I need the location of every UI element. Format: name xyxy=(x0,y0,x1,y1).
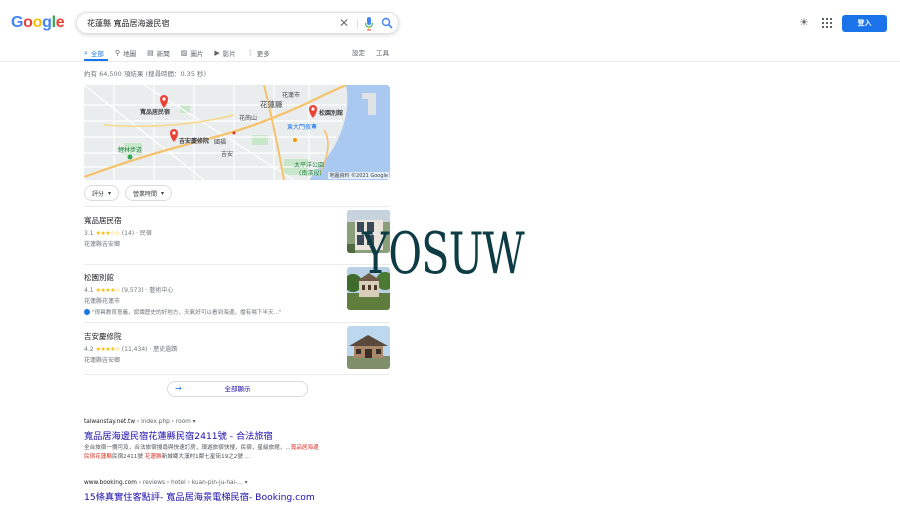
tab-label: 影片 xyxy=(222,50,236,58)
theme-icon[interactable]: ☀ xyxy=(799,17,809,29)
settings-link[interactable]: 設定 xyxy=(352,47,365,57)
local-map[interactable]: 寬品居民宿 松園別館 吉安慶修院 花蓮縣 花蓮市 東大門夜市 太平洋公園 (南濱… xyxy=(84,85,390,180)
tab-icon: ▤ xyxy=(147,49,154,57)
mic-icon[interactable] xyxy=(364,17,374,31)
chevron-down-icon[interactable]: ▾ xyxy=(193,419,196,425)
logo-letter: e xyxy=(55,14,65,31)
tab-label: 新聞 xyxy=(156,50,170,58)
search-result: taiwanstay.net.tw › index.php › room ▾ 寬… xyxy=(84,419,404,462)
result-title[interactable]: 寬品居海邊民宿花蓮縣民宿2411號 - 合法旅宿 xyxy=(84,428,404,442)
map-label-area: 國福 xyxy=(214,139,227,146)
filter-hours[interactable]: 營業時間 ▾ xyxy=(125,185,173,201)
search-results-page: Google 花蓮縣 寬品居海邊民宿 ✕ ☀ 登入 ⌕ 全部 ⚲ 地圖 ▤ 新聞 ▨ 圖片 ▶ 影… xyxy=(0,0,900,506)
tab-0[interactable]: ⌕ 全部 xyxy=(84,46,104,60)
place-name[interactable]: 松園別館 xyxy=(84,272,390,283)
tab-icon: ⋮ xyxy=(246,49,254,57)
place-name[interactable]: 寬品居民宿 xyxy=(84,215,390,226)
place-rating: 4.1 ★★★★☆ (9,573) · 藝術中心 xyxy=(84,287,174,294)
tab-icon: ▨ xyxy=(180,49,188,57)
divider xyxy=(84,322,390,323)
search-result: www.booking.com › reviews › hotel › kuan… xyxy=(84,480,404,503)
logo-letter: o xyxy=(32,14,43,31)
apps-icon[interactable] xyxy=(822,18,832,28)
place-address: 花蓮縣吉安鄉 xyxy=(84,241,121,248)
place-rating: 3.1 ★★★☆☆ (14) · 民宿 xyxy=(84,230,152,237)
tab-4[interactable]: ▶ 影片 xyxy=(214,46,235,60)
sign-in-button[interactable]: 登入 xyxy=(842,15,887,32)
chevron-down-icon[interactable]: ▾ xyxy=(245,480,248,486)
map-label-road: 吉安 xyxy=(221,151,234,158)
clear-icon[interactable]: ✕ xyxy=(339,16,349,30)
divider xyxy=(84,264,390,265)
map-credit: 地圖資料 ©2021 Google xyxy=(328,172,389,179)
divider xyxy=(84,206,390,207)
tab-2[interactable]: ▤ 新聞 xyxy=(147,46,170,60)
chevron-down-icon: ▾ xyxy=(161,189,165,197)
star-rating-icon: ★★★☆☆ xyxy=(95,230,120,237)
tab-label: 更多 xyxy=(256,50,270,58)
user-icon xyxy=(84,309,90,315)
tools-link[interactable]: 工具 xyxy=(376,47,389,57)
tab-1[interactable]: ⚲ 地圖 xyxy=(115,46,136,60)
star-rating-icon: ★★★★☆ xyxy=(95,346,120,353)
map-label-area2: 花崗山 xyxy=(239,115,258,122)
result-stats: 約有 64,500 項結果 (搜尋時間：0.35 秒) xyxy=(84,70,207,78)
tab-icon: ⚲ xyxy=(114,49,121,57)
place-item[interactable]: 寬品居民宿 3.1 ★★★☆☆ (14) · 民宿 花蓮縣吉安鄉 xyxy=(84,210,390,253)
logo-letter: o xyxy=(23,14,33,31)
tab-5[interactable]: ⋮ 更多 xyxy=(247,46,270,60)
map-label-pin1: 寬品居民宿 xyxy=(140,109,171,116)
search-divider xyxy=(357,18,358,30)
tab-icon: ⌕ xyxy=(84,48,88,57)
map-label-city: 花蓮縣 xyxy=(260,100,283,109)
header-divider xyxy=(0,61,900,62)
place-name[interactable]: 吉安慶修院 xyxy=(84,331,390,342)
search-tabs: ⌕ 全部 ⚲ 地圖 ▤ 新聞 ▨ 圖片 ▶ 影片 ⋮ 更多 xyxy=(84,46,270,60)
tab-label: 全部 xyxy=(90,50,104,58)
search-icon[interactable] xyxy=(381,17,393,29)
map-label-pin3: 吉安慶修院 xyxy=(179,138,210,145)
place-review: "很具教育意義，認識歷史的好地方，天氣好可以看到海邊，擋有場下半天..." xyxy=(84,308,390,316)
google-logo[interactable]: Google xyxy=(11,14,65,32)
place-photo[interactable] xyxy=(347,326,390,369)
tools-bar: 設定 工具 xyxy=(352,47,389,57)
map-filters: 評分 ▾ 營業時間 ▾ xyxy=(84,185,173,201)
logo-letter: G xyxy=(11,14,24,31)
map-label-trail: 鯉林步道 xyxy=(118,147,143,154)
place-address: 花蓮縣吉安鄉 xyxy=(84,357,121,364)
result-url[interactable]: www.booking.com › reviews › hotel › kuan… xyxy=(84,480,404,486)
tab-label: 地圖 xyxy=(123,50,137,58)
search-box[interactable]: 花蓮縣 寬品居海邊民宿 ✕ xyxy=(76,12,399,34)
filter-rating[interactable]: 評分 ▾ xyxy=(84,185,120,201)
search-input[interactable]: 花蓮縣 寬品居海邊民宿 xyxy=(87,18,170,29)
divider xyxy=(84,374,390,375)
map-graphic xyxy=(84,85,390,180)
map-label-park-sub: (南濱段) xyxy=(299,170,322,177)
show-all-button[interactable]: → 全部顯示 xyxy=(167,381,308,397)
place-address: 花蓮縣花蓮市 xyxy=(84,298,121,305)
result-url[interactable]: taiwanstay.net.tw › index.php › room ▾ xyxy=(84,419,404,425)
tab-label: 圖片 xyxy=(190,50,204,58)
star-rating-icon: ★★★★☆ xyxy=(95,287,120,294)
result-snippet: 全台旅宿一攬可及，合法旅宿搜尋與快速訂房，環遊旅宿快搜，民宿，星級旅館，...寬… xyxy=(84,445,319,460)
result-title[interactable]: 15條真實住客點評- 寬品居海景電梯民宿- Booking.com xyxy=(84,489,404,503)
map-label-market: 東大門夜市 xyxy=(287,124,318,131)
arrow-right-icon: → xyxy=(175,384,182,393)
watermark: YOSUW xyxy=(362,221,525,287)
place-rating: 4.2 ★★★★☆ (11,434) · 歷史遺蹟 xyxy=(84,346,178,353)
place-item[interactable]: 吉安慶修院 4.2 ★★★★☆ (11,434) · 歷史遺蹟 花蓮縣吉安鄉 xyxy=(84,326,390,369)
tab-3[interactable]: ▨ 圖片 xyxy=(181,46,204,60)
tab-icon: ▶ xyxy=(214,49,220,57)
logo-letter: g xyxy=(42,14,52,31)
place-item[interactable]: 松園別館 4.1 ★★★★☆ (9,573) · 藝術中心 花蓮縣花蓮市 "很具… xyxy=(84,267,390,316)
map-label-station: 花蓮市 xyxy=(282,92,301,99)
map-label-pin2: 松園別館 xyxy=(319,110,344,117)
chevron-down-icon: ▾ xyxy=(108,189,112,197)
